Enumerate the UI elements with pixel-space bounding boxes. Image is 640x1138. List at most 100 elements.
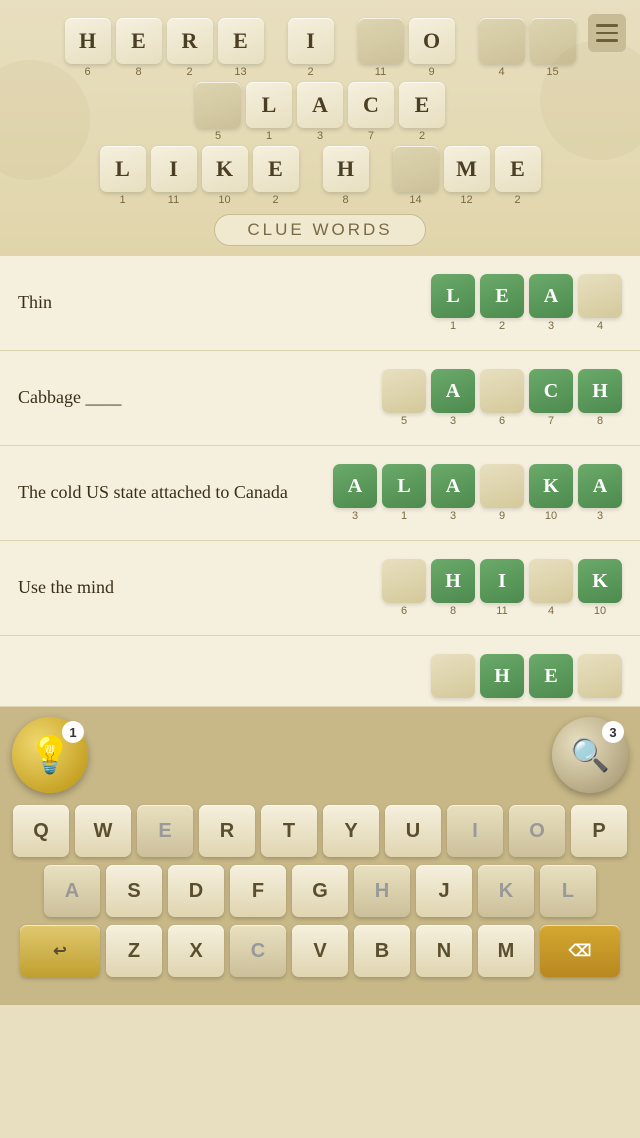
answer-tile-blank [480,464,524,508]
answer-tile: A 3 [333,464,377,522]
answer-tile: L 1 [382,464,426,522]
key-z[interactable]: Z [106,925,162,977]
key-o[interactable]: O [509,805,565,857]
answer-tile: C 7 [529,369,573,427]
tile-number: 2 [307,66,313,78]
answer-tile: H [480,654,524,698]
answer-tile-blank [578,274,622,318]
key-v[interactable]: V [292,925,348,977]
puzzle-tile-empty [195,82,241,128]
tile-group: H 6 E 8 R 2 E 13 [65,18,264,78]
puzzle-tile: E [253,146,299,192]
puzzle-tile: L [100,146,146,192]
tile-wrapper: E 2 [253,146,299,206]
puzzle-row-1: H 6 E 8 R 2 E 13 I [10,18,630,78]
tile-group: 5 L 1 A 3 C 7 E 2 [195,82,445,142]
key-i[interactable]: I [447,805,503,857]
key-backspace[interactable]: ⌫ [540,925,620,977]
tile-number: 2 [419,130,425,142]
answer-tile-blank [529,559,573,603]
tile-wrapper: E 2 [495,146,541,206]
key-h[interactable]: H [354,865,410,917]
puzzle-tile: A [297,82,343,128]
tile-number: 1 [266,130,272,142]
key-f[interactable]: F [230,865,286,917]
answer-tile-filled: L [382,464,426,508]
tile-wrapper: E 13 [218,18,264,78]
tile-wrapper: L 1 [100,146,146,206]
answer-tile: 4 [529,559,573,617]
puzzle-tile: O [409,18,455,64]
tile-number: 8 [135,66,141,78]
magnify-hint-button[interactable]: 🔍 3 [552,717,628,793]
answer-tile: E [529,654,573,698]
tile-number: 3 [317,130,323,142]
key-x[interactable]: X [168,925,224,977]
keyboard-area: 💡 1 🔍 3 Q W E R T Y U I O P A S D [0,707,640,1005]
key-r[interactable]: R [199,805,255,857]
answer-tile-num: 2 [499,320,505,332]
key-y[interactable]: Y [323,805,379,857]
tile-wrapper: 15 [530,18,576,78]
key-d[interactable]: D [168,865,224,917]
tile-wrapper: E 2 [399,82,445,142]
tile-wrapper: O 9 [409,18,455,78]
key-j[interactable]: J [416,865,472,917]
answer-tile: L 1 [431,274,475,332]
key-a[interactable]: A [44,865,100,917]
answer-tile-blank [480,369,524,413]
answer-tile-filled: H [431,559,475,603]
key-p[interactable]: P [571,805,627,857]
key-k[interactable]: K [478,865,534,917]
answer-tile-filled: A [578,464,622,508]
tile-group: I 2 [288,18,334,78]
clue-text: Cabbage ____ [18,385,372,410]
key-b[interactable]: B [354,925,410,977]
menu-button[interactable] [588,14,626,52]
keyboard-row-3: ↩ Z X C V B N M ⌫ [8,925,632,977]
answer-tiles: H E [431,654,622,698]
app-container: H 6 E 8 R 2 E 13 I [0,0,640,1005]
key-t[interactable]: T [261,805,317,857]
key-m[interactable]: M [478,925,534,977]
magnify-icon: 🔍 [570,736,610,774]
answer-tile-num: 3 [352,510,358,522]
key-return[interactable]: ↩ [20,925,100,977]
answer-tile-num: 6 [499,415,505,427]
key-l[interactable]: L [540,865,596,917]
key-w[interactable]: W [75,805,131,857]
tile-number: 11 [168,194,179,206]
magnify-count-badge: 3 [602,721,624,743]
clue-item: H E [0,636,640,707]
key-u[interactable]: U [385,805,441,857]
tile-wrapper: H 8 [323,146,369,206]
tile-group: H 8 [323,146,369,206]
answer-tile-num: 3 [548,320,554,332]
puzzle-tile: I [151,146,197,192]
key-q[interactable]: Q [13,805,69,857]
key-e[interactable]: E [137,805,193,857]
answer-tile-num: 10 [545,510,557,522]
key-n[interactable]: N [416,925,472,977]
answer-tile-num: 10 [594,605,606,617]
answer-tile: H 8 [431,559,475,617]
key-c[interactable]: C [230,925,286,977]
answer-tile: 6 [382,559,426,617]
puzzle-tile: H [323,146,369,192]
key-s[interactable]: S [106,865,162,917]
tile-wrapper: 11 [358,18,404,78]
tile-wrapper: L 1 [246,82,292,142]
puzzle-tile-empty [393,146,439,192]
tile-wrapper: 4 [479,18,525,78]
key-g[interactable]: G [292,865,348,917]
answer-tile-num: 3 [597,510,603,522]
answer-tile-num: 8 [450,605,456,617]
bulb-hint-button[interactable]: 💡 1 [12,717,88,793]
tile-wrapper: A 3 [297,82,343,142]
answer-tile-num: 1 [401,510,407,522]
answer-tile-num: 7 [548,415,554,427]
hamburger-line [596,24,618,27]
tile-wrapper: E 8 [116,18,162,78]
answer-tile: 6 [480,369,524,427]
tile-number: 2 [186,66,192,78]
